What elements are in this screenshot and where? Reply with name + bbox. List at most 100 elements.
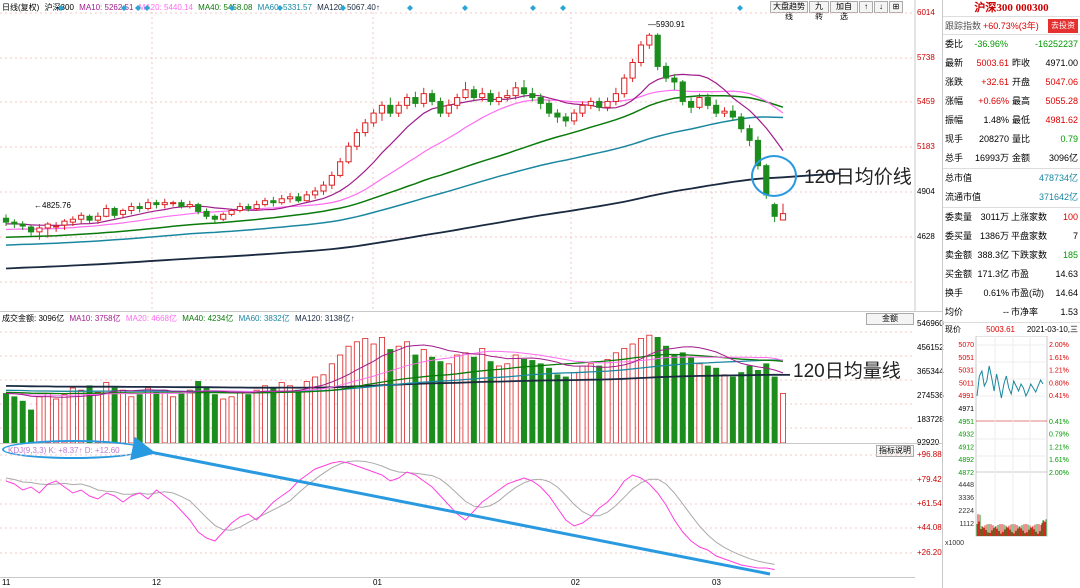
marketcap-value: 478734亿: [1038, 173, 1078, 183]
volume-bar: [28, 409, 35, 443]
mini-left-tick: 4971: [958, 406, 974, 413]
candle-body: [746, 128, 753, 141]
volume-bar: [780, 393, 786, 443]
quote-value: 4971.00: [1045, 58, 1078, 68]
volume-bar: [746, 365, 753, 443]
quote-rows: 委比 -36.96% -16252237 最新 5003.61 昨收 4971.00 涨跌 +3…: [943, 34, 1080, 168]
volume-bar: [771, 376, 778, 443]
volume-bar: [178, 393, 185, 443]
candle-body: [303, 194, 310, 202]
mini-price-value: 5003.61: [986, 325, 1015, 334]
mini-right-tick: 0.41%: [1049, 393, 1069, 400]
candle-body: [2, 217, 10, 223]
marketcap-key: 总市值: [945, 173, 973, 183]
quote-value: 208270: [978, 134, 1009, 144]
candle-body: [621, 77, 628, 95]
volume-bar: [153, 392, 160, 443]
candle-body: [345, 145, 352, 163]
mini-right-tick: 2.00%: [1049, 470, 1069, 477]
candle-body: [378, 104, 386, 114]
breadth-value: 7: [1072, 231, 1078, 241]
quote-value: 0.79: [1060, 134, 1078, 144]
mini-date: 2021-03-10,三: [1026, 325, 1078, 334]
quote-row: 涨幅 +0.66% 最高 5055.28: [943, 92, 1080, 111]
intraday-mini-chart: 5070 5051 5031 5011 4991 4971 4951 4932 4912 4892…: [945, 335, 1069, 547]
candle-body: [69, 218, 76, 223]
candle-body: [462, 89, 469, 99]
volume-bar: [136, 394, 143, 443]
candle-body: [53, 225, 60, 228]
candle-body: [637, 44, 645, 64]
quote-value: -36.96%: [974, 39, 1008, 49]
mini-left-tick: 5011: [959, 380, 974, 387]
mini-left-tick: 4991: [958, 393, 974, 400]
candle-body: [161, 202, 168, 206]
candle-body: [403, 97, 411, 106]
event-marker-icon: [121, 5, 127, 11]
candle-body: [771, 204, 778, 217]
breadth-value: 0.61%: [983, 288, 1009, 298]
volume-bar: [721, 374, 728, 443]
candle-body: [671, 77, 678, 83]
volume-bar: [170, 396, 177, 443]
low-price-label: ←4825.76: [34, 201, 71, 210]
ma10-line: [6, 73, 784, 227]
annotation-price-label: 120日均价线: [804, 167, 912, 188]
candle-body: [587, 100, 594, 106]
quote-row: 总手 16993万 金额 3096亿: [943, 149, 1080, 168]
volume-bar: [61, 394, 68, 443]
candle-body: [779, 213, 787, 221]
breadth-key: 卖金额: [945, 250, 973, 260]
marketcap-row: 总市值 478734亿: [943, 169, 1080, 188]
kdj-chart: [0, 454, 915, 570]
event-marker-icon: [560, 5, 566, 11]
vol-tick: 274536: [917, 391, 944, 400]
volume-bar: [253, 389, 260, 443]
candle-body: [36, 227, 43, 233]
candle-body: [19, 223, 26, 227]
candle-body: [220, 213, 227, 220]
candle-body: [412, 97, 419, 104]
volume-bar: [19, 400, 26, 443]
date-tick: 12: [152, 578, 161, 587]
event-marker-icon: [144, 5, 150, 11]
event-marker-icon: [737, 5, 743, 11]
candle-body: [470, 89, 477, 99]
quote-key: [1011, 35, 1035, 54]
invest-button[interactable]: 去投资: [1048, 19, 1078, 33]
breadth-key: 市净率: [1011, 307, 1039, 317]
volume-bar: [562, 376, 569, 443]
volume-bar: [654, 336, 661, 443]
quote-row: 涨跌 +32.61 开盘 5047.06: [943, 73, 1080, 92]
marketcap-row: 流通市值 371642亿: [943, 188, 1080, 207]
candle-body: [328, 174, 335, 186]
vol-tick: 546960: [917, 319, 944, 328]
tracking-row: 跟踪指数 +60.73%(3年) 去投资: [943, 16, 1080, 34]
date-tick: 02: [571, 578, 580, 587]
date-tick: 03: [712, 578, 721, 587]
volume-bar: [111, 387, 118, 443]
volume-bar: [203, 387, 210, 443]
candle-body: [370, 112, 377, 124]
volume-bar: [429, 356, 436, 443]
breadth-key: 均价: [945, 307, 964, 317]
candle-body: [153, 202, 160, 206]
candle-body: [178, 202, 185, 208]
breadth-value: 100: [1062, 212, 1078, 222]
vol-ma40: MA40: 4234亿: [182, 314, 234, 323]
breadth-row: 卖金额 388.3亿 下跌家数 185: [943, 246, 1080, 265]
price-chart: [0, 0, 916, 312]
volume-bar: [504, 363, 511, 443]
candle-body: [61, 220, 68, 226]
candle-body: [729, 110, 736, 118]
marketcap-rows: 总市值 478734亿流通市值 371642亿: [943, 168, 1080, 207]
volume-bar: [337, 354, 344, 443]
quote-value: 3096亿: [1048, 153, 1078, 163]
candle-body: [270, 200, 277, 204]
volume-amount-button[interactable]: 金额: [866, 313, 914, 325]
breadth-value: 1.53: [1060, 307, 1078, 317]
volume-bar: [479, 347, 486, 443]
vol-ma60: MA60: 3832亿: [238, 314, 290, 323]
candle-body: [111, 208, 118, 216]
vol-tick: 365344: [917, 367, 944, 376]
